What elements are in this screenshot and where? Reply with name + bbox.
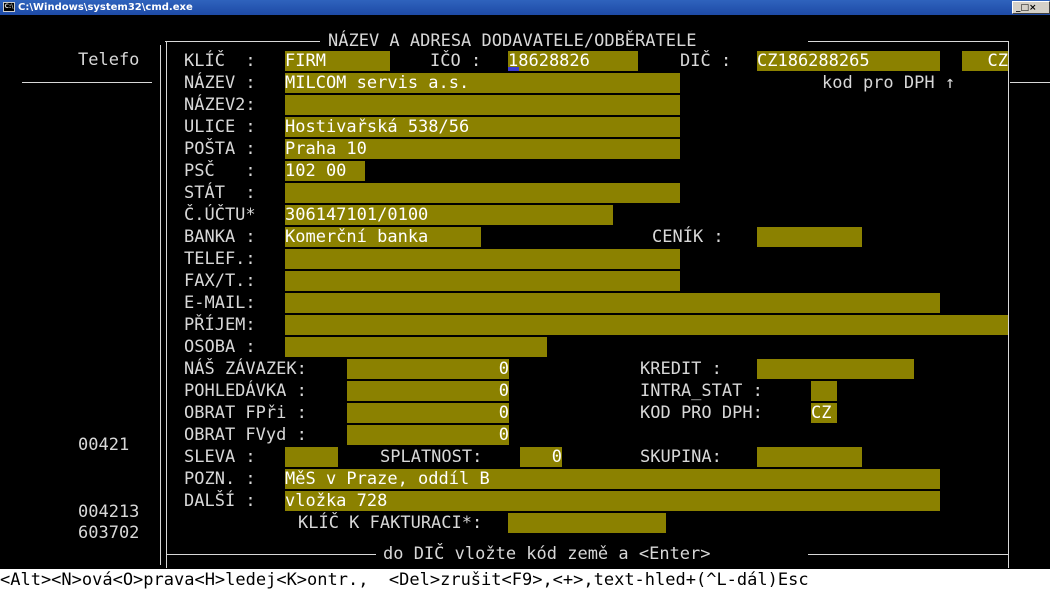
window-title: C:\Windows\system32\cmd.exe — [18, 2, 193, 13]
obrat-fpri-field[interactable]: 0 — [347, 403, 509, 423]
dialog-border-top — [808, 41, 1008, 42]
dalsi-field[interactable]: vložka 728 — [285, 491, 940, 511]
pozn-field[interactable]: MěS v Praze, oddíl B — [285, 469, 940, 489]
prijem-field[interactable] — [285, 315, 1008, 335]
table-separator — [160, 45, 161, 565]
klic-field[interactable]: FIRM — [285, 51, 390, 71]
dic-note: kod pro DPH ↑ — [822, 73, 956, 93]
dialog-hint: do DIČ vložte kód země a <Enter> — [383, 544, 711, 564]
nazev-label: NÁZEV : — [184, 73, 256, 93]
dic-country-field[interactable]: CZ — [962, 51, 1008, 71]
posta-label: POŠTA : — [184, 139, 256, 159]
klic-fakturaci-field[interactable] — [508, 513, 666, 533]
sleva-field[interactable] — [285, 447, 338, 467]
ico-field[interactable]: 18628826 — [508, 51, 638, 71]
cenik-field[interactable] — [757, 227, 862, 247]
email-label: E-MAIL: — [184, 293, 256, 313]
dalsi-label: DALŠÍ : — [184, 491, 256, 511]
console-screen: Telefo 00421 004213 603702 NÁZEV A ADRES… — [0, 15, 1050, 591]
dialog-border-top — [165, 41, 320, 42]
nazev2-label: NÁZEV2: — [184, 95, 256, 115]
ucet-field[interactable]: 306147101/0100 — [285, 205, 613, 225]
telef-field[interactable] — [285, 249, 680, 269]
splatnost-field[interactable]: 0 — [520, 447, 562, 467]
stat-field[interactable] — [285, 183, 680, 203]
klic-label: KLÍČ : — [184, 51, 256, 71]
stat-label: STÁT : — [184, 183, 256, 203]
text-cursor — [508, 67, 519, 71]
psc-label: PSČ : — [184, 161, 256, 181]
kredit-label: KREDIT : — [640, 359, 722, 379]
intra-stat-field[interactable] — [811, 381, 837, 401]
list-item[interactable]: 603702 — [78, 523, 139, 543]
pohledavka-field[interactable]: 0 — [347, 381, 509, 401]
window-controls[interactable]: _□× — [1012, 1, 1050, 14]
telef-label: TELEF.: — [184, 249, 256, 269]
kod-dph-label: KOD PRO DPH: — [640, 403, 763, 423]
list-item[interactable]: 00421 — [78, 435, 129, 455]
ucet-label: Č.ÚČTU* — [184, 205, 256, 225]
dic-label: DIČ : — [680, 51, 732, 71]
fax-label: FAX/T.: — [184, 271, 256, 291]
dialog-border-bottom — [808, 554, 1008, 555]
skupina-field[interactable] — [757, 447, 862, 467]
hotkey-bar: <Alt><N>ová<O>prava<H>ledej<K>ontr., <De… — [0, 569, 1050, 591]
cmd-icon: C:\ — [3, 2, 15, 12]
skupina-label: SKUPINA: — [640, 447, 722, 467]
dialog-border-bottom — [166, 554, 376, 555]
kod-dph-field[interactable]: CZ — [811, 403, 837, 423]
pozn-label: POZN. : — [184, 469, 256, 489]
table-divider — [1010, 82, 1050, 83]
nazev2-field[interactable] — [285, 95, 680, 115]
zavazek-field[interactable]: 0 — [347, 359, 509, 379]
dialog-border-left — [166, 41, 167, 568]
intra-stat-label: INTRA_STAT : — [640, 381, 763, 401]
dialog-title: NÁZEV A ADRESA DODAVATELE/ODBĚRATELE — [328, 31, 697, 51]
klic-fakturaci-label: KLÍČ K FAKTURACI*: — [298, 513, 483, 533]
window-titlebar[interactable]: C:\ C:\Windows\system32\cmd.exe _□× — [0, 0, 1050, 15]
email-field[interactable] — [285, 293, 940, 313]
obrat-fvyd-label: OBRAT FVyd : — [184, 425, 307, 445]
fax-field[interactable] — [285, 271, 680, 291]
zavazek-label: NÁŠ ZÁVAZEK: — [184, 359, 307, 379]
psc-field[interactable]: 102 00 — [285, 161, 365, 181]
posta-field[interactable]: Praha 10 — [285, 139, 680, 159]
ico-label: IČO : — [430, 51, 482, 71]
table-divider — [22, 82, 152, 83]
dic-field[interactable]: CZ186288265 — [757, 51, 940, 71]
banka-label: BANKA : — [184, 227, 256, 247]
obrat-fvyd-field[interactable]: 0 — [347, 425, 509, 445]
pohledavka-label: POHLEDÁVKA : — [184, 381, 307, 401]
dialog-border-right — [1008, 41, 1009, 568]
osoba-field[interactable] — [285, 337, 547, 357]
sleva-label: SLEVA : — [184, 447, 256, 467]
kredit-field[interactable] — [757, 359, 914, 379]
list-item[interactable]: 004213 — [78, 502, 139, 522]
splatnost-label: SPLATNOST: — [380, 447, 483, 467]
prijem-label: PŘÍJEM: — [184, 315, 256, 335]
banka-field[interactable]: Komerční banka — [285, 227, 481, 247]
cenik-label: CENÍK : — [652, 227, 724, 247]
ulice-field[interactable]: Hostivařská 538/56 — [285, 117, 680, 137]
ulice-label: ULICE : — [184, 117, 256, 137]
osoba-label: OSOBA : — [184, 337, 256, 357]
obrat-fpri-label: OBRAT FPři : — [184, 403, 307, 423]
column-header-telefon: Telefo — [78, 50, 140, 70]
nazev-field[interactable]: MILCOM servis a.s. — [285, 73, 680, 93]
